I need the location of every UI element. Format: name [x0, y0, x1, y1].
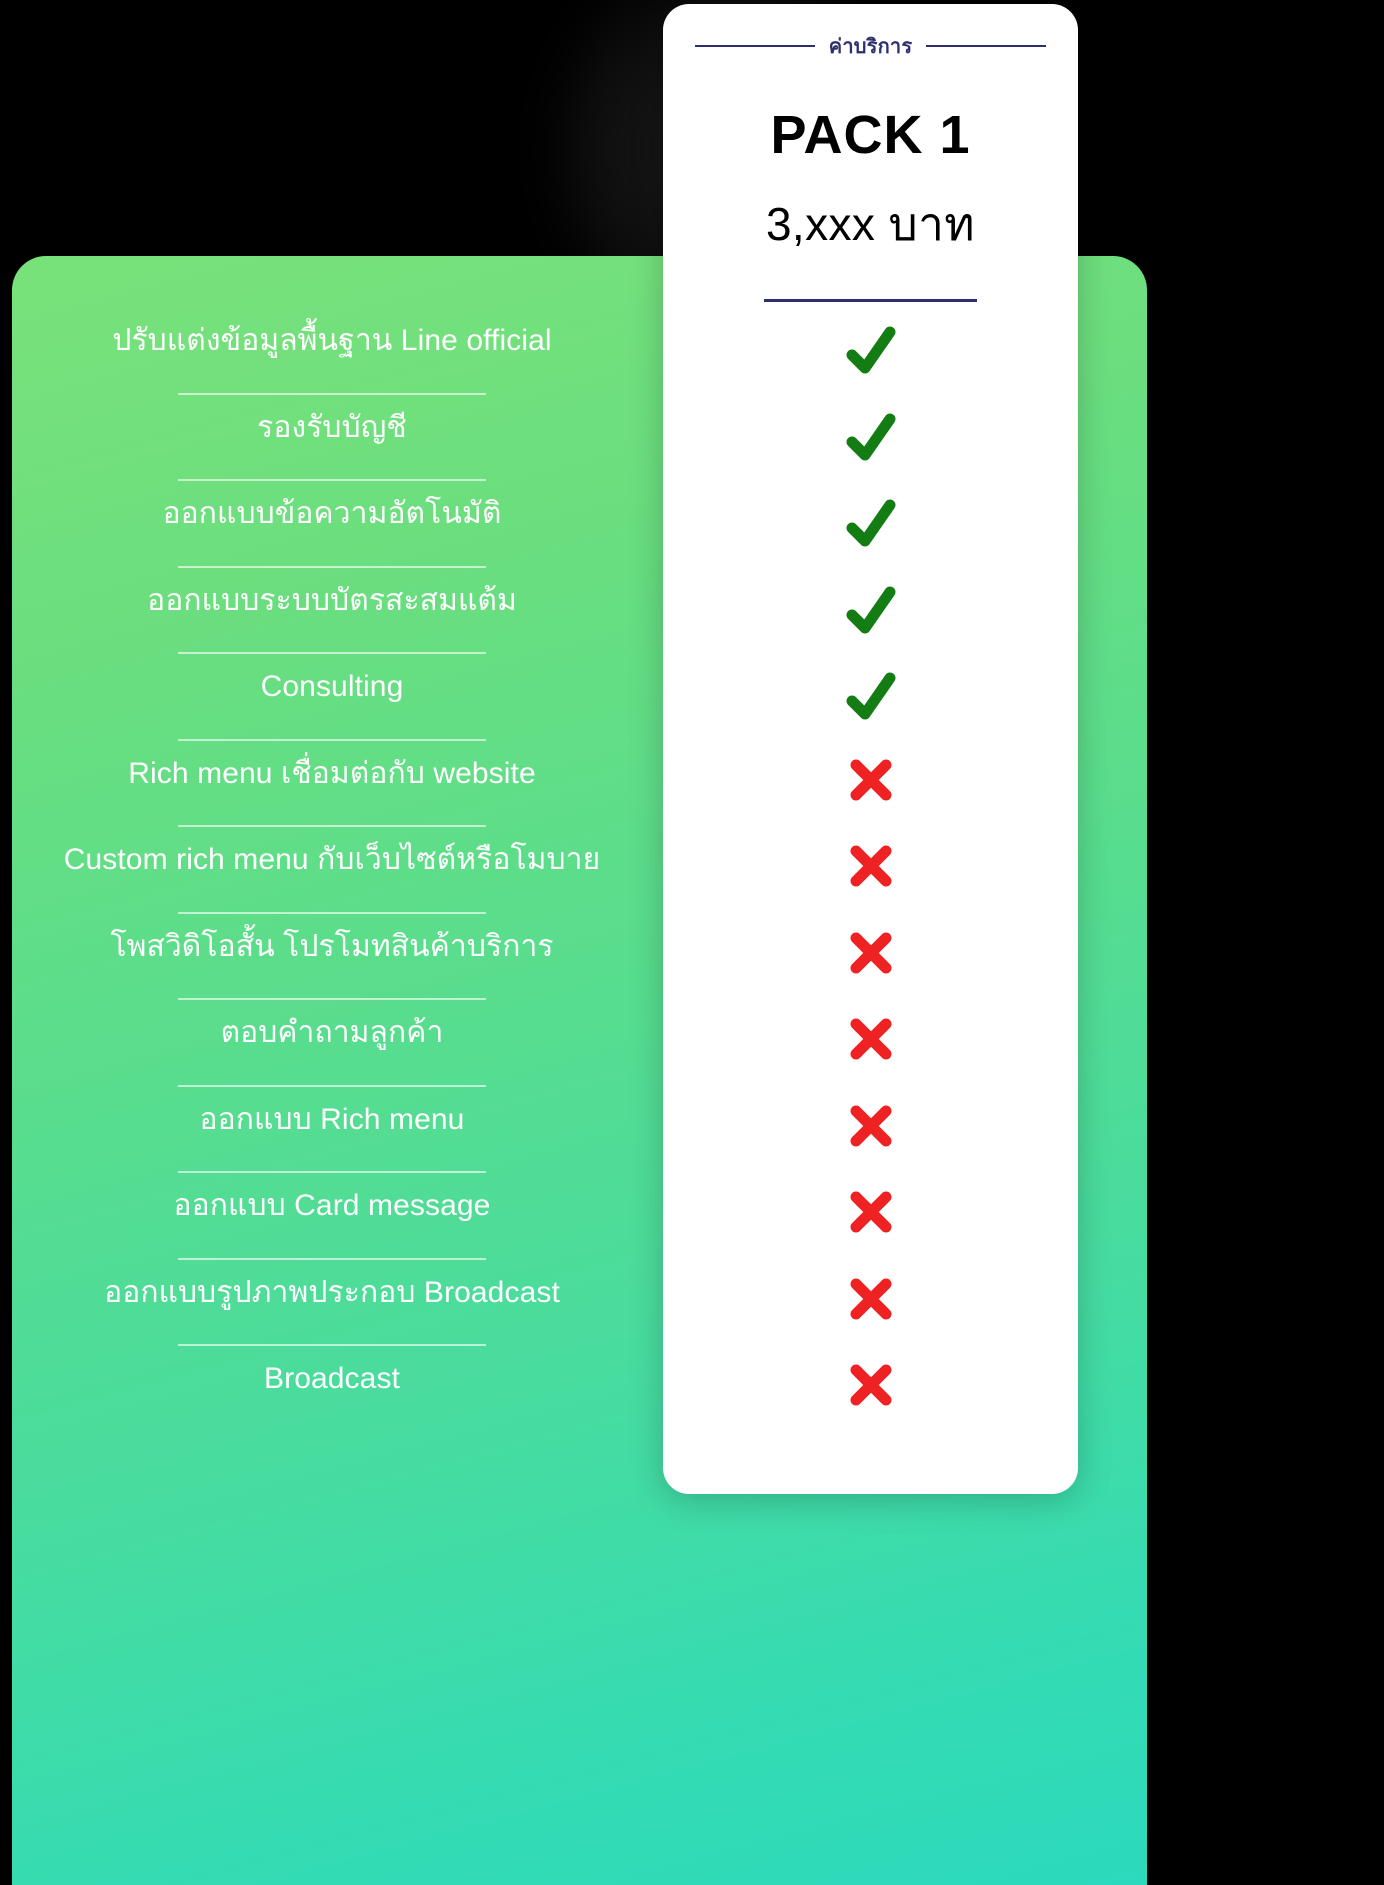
feature-divider	[178, 479, 486, 481]
cross-icon	[846, 1014, 896, 1064]
feature-row: Consulting	[12, 664, 652, 751]
mark-row	[663, 664, 1078, 751]
pricing-comparison-screen: ปรับแต่งข้อมูลพื้นฐาน Line official รองรั…	[0, 0, 1384, 1885]
feature-label: Rich menu เชื่อมต่อกับ website	[128, 756, 536, 790]
cross-icon	[846, 1187, 896, 1237]
divider-right	[926, 45, 1047, 47]
feature-divider	[178, 652, 486, 654]
check-icon	[844, 582, 898, 638]
mark-row	[663, 491, 1078, 578]
feature-row: รองรับบัญชี	[12, 405, 652, 492]
marks-column	[663, 318, 1078, 1443]
feature-divider	[178, 1344, 486, 1346]
check-icon	[844, 409, 898, 465]
cross-icon	[846, 928, 896, 978]
cross-icon	[846, 1360, 896, 1410]
feature-row: ปรับแต่งข้อมูลพื้นฐาน Line official	[12, 318, 652, 405]
feature-row: ตอบคำถามลูกค้า	[12, 1010, 652, 1097]
feature-divider	[178, 825, 486, 827]
feature-label: ออกแบบ Card message	[173, 1189, 491, 1222]
check-icon	[844, 668, 898, 724]
price-card-pack-1[interactable]: ค่าบริการ PACK 1 3,xxx บาท	[663, 4, 1078, 1494]
cross-icon	[846, 1274, 896, 1324]
mark-row	[663, 578, 1078, 665]
feature-row: Rich menu เชื่อมต่อกับ website	[12, 751, 652, 838]
feature-divider	[178, 911, 486, 914]
feature-row: ออกแบบระบบบัตรสะสมแต้ม	[12, 578, 652, 665]
feature-row: ออกแบบรูปภาพประกอบ Broadcast	[12, 1270, 652, 1357]
feature-label: Consulting	[260, 670, 404, 703]
check-icon	[844, 322, 898, 378]
check-icon	[844, 495, 898, 551]
price-divider	[764, 299, 977, 302]
feature-label: Broadcast	[264, 1362, 400, 1395]
feature-divider	[178, 738, 486, 741]
feature-row: Custom rich menu กับเว็บไซต์หรือโมบาย	[12, 837, 652, 924]
mark-row	[663, 751, 1078, 838]
mark-row	[663, 1356, 1078, 1443]
mark-row	[663, 1010, 1078, 1097]
feature-row: ออกแบบ Card message	[12, 1183, 652, 1270]
feature-row: ออกแบบ Rich menu	[12, 1097, 652, 1184]
service-fee-label: ค่าบริการ	[828, 36, 913, 58]
pack-title: PACK 1	[770, 105, 971, 165]
feature-label: ออกแบบระบบบัตรสะสมแต้ม	[147, 583, 517, 617]
feature-divider	[178, 392, 486, 395]
mark-row	[663, 924, 1078, 1011]
feature-divider	[178, 1257, 486, 1260]
feature-label: โพสวิดิโอสั้น โปรโมทสินค้าบริการ	[110, 929, 554, 963]
feature-row: โพสวิดิโอสั้น โปรโมทสินค้าบริการ	[12, 924, 652, 1011]
feature-list: ปรับแต่งข้อมูลพื้นฐาน Line official รองรั…	[12, 318, 652, 1443]
feature-divider	[178, 1084, 486, 1087]
feature-label: ออกแบบรูปภาพประกอบ Broadcast	[104, 1275, 560, 1309]
mark-row	[663, 318, 1078, 405]
feature-divider	[178, 998, 486, 1000]
cross-icon	[846, 1101, 896, 1151]
feature-divider	[178, 565, 486, 568]
feature-row: Broadcast	[12, 1356, 652, 1443]
feature-row: ออกแบบข้อความอัตโนมัติ	[12, 491, 652, 578]
feature-label: ตอบคำถามลูกค้า	[220, 1016, 444, 1049]
cross-icon	[846, 841, 896, 891]
feature-label: Custom rich menu กับเว็บไซต์หรือโมบาย	[63, 843, 601, 876]
feature-label: รองรับบัญชี	[257, 410, 407, 444]
mark-row	[663, 1183, 1078, 1270]
card-top-label: ค่าบริการ	[663, 30, 1078, 62]
mark-row	[663, 1097, 1078, 1184]
cross-icon	[846, 755, 896, 805]
feature-label: ปรับแต่งข้อมูลพื้นฐาน Line official	[112, 324, 552, 357]
feature-label: ออกแบบ Rich menu	[199, 1102, 465, 1136]
mark-row	[663, 837, 1078, 924]
mark-row	[663, 405, 1078, 492]
mark-row	[663, 1270, 1078, 1357]
feature-divider	[178, 1171, 486, 1173]
feature-label: ออกแบบข้อความอัตโนมัติ	[162, 497, 502, 530]
pack-price: 3,xxx บาท	[765, 198, 976, 250]
divider-left	[694, 45, 815, 47]
